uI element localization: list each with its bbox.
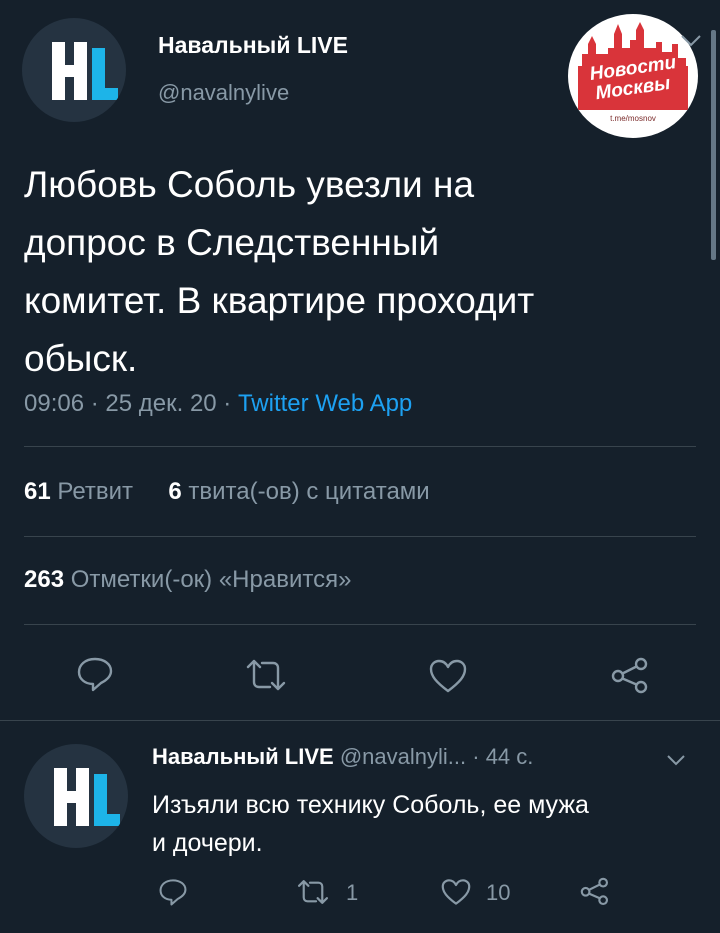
scrollbar[interactable]	[711, 30, 716, 260]
chevron-down-icon[interactable]	[680, 34, 702, 48]
reply-header: Навальный LIVE @navalnyli... · 44 с.	[152, 744, 533, 770]
likes-stat[interactable]: 263 Отметки(-ок) «Нравится»	[24, 566, 351, 594]
engagement-stats: 61 Ретвит 6 твита(-ов) с цитатами	[24, 478, 430, 506]
retweets-label: Ретвит	[57, 478, 134, 505]
tweet-meta: 09:06 · 25 дек. 20 · Twitter Web App	[24, 390, 412, 418]
reply-author-name[interactable]: Навальный LIVE	[152, 744, 334, 769]
reply-chevron-down-icon[interactable]	[666, 754, 686, 766]
divider	[0, 720, 720, 721]
likes-count: 263	[24, 566, 65, 593]
divider	[24, 446, 696, 447]
reply-time[interactable]: · 44 с.	[472, 744, 533, 769]
reply-text-line: Изъяли всю технику Соболь, ее мужа	[152, 791, 589, 819]
reply-share-icon[interactable]	[578, 876, 610, 906]
author-handle[interactable]: @navalnylive	[158, 80, 289, 106]
reply-retweet-icon[interactable]	[296, 878, 330, 906]
reply-author-avatar[interactable]	[24, 744, 128, 848]
share-icon[interactable]	[608, 656, 650, 694]
like-icon[interactable]	[428, 658, 468, 694]
divider	[24, 536, 696, 537]
reply-text-line: и дочери.	[152, 829, 263, 857]
reply-retweet-count: 1	[346, 880, 359, 905]
tweet-text: Любовь Соболь увезли на допрос в Следств…	[24, 156, 534, 388]
quotes-count: 6	[168, 478, 182, 505]
likes-label: Отметки(-ок) «Нравится»	[70, 566, 352, 593]
quotes-stat[interactable]: 6 твита(-ов) с цитатами	[168, 478, 429, 505]
navalny-live-logo-icon	[52, 42, 118, 100]
reply-reply-icon[interactable]	[158, 878, 188, 906]
quotes-label: твита(-ов) с цитатами	[188, 478, 430, 505]
tweet-text-line: допрос в Следственный	[24, 222, 440, 263]
reply-text: Изъяли всю технику Соболь, ее мужа и доч…	[152, 786, 589, 862]
retweets-stat[interactable]: 61 Ретвит	[24, 478, 133, 505]
news-channel-logo: Новости Москвы t.me/mosnov	[568, 14, 698, 138]
tweet-text-line: Любовь Соболь увезли на	[24, 164, 475, 205]
retweet-icon[interactable]	[244, 658, 288, 692]
tweet-source-link[interactable]: Twitter Web App	[238, 390, 412, 417]
overlay-url: t.me/mosnov	[610, 114, 656, 123]
reply-like-count: 10	[486, 880, 511, 905]
reply-icon[interactable]	[76, 656, 114, 692]
tweet-text-line: комитет. В квартире проходит	[24, 280, 535, 321]
tweet-text-line: обыск.	[24, 338, 138, 379]
tweet-timestamp[interactable]: 09:06 · 25 дек. 20 ·	[24, 390, 238, 417]
reply-like-icon[interactable]	[440, 878, 472, 906]
reply-author-handle[interactable]: @navalnyli...	[340, 744, 466, 769]
author-name[interactable]: Навальный LIVE	[158, 32, 348, 59]
navalny-live-logo-icon	[54, 768, 120, 826]
divider	[24, 624, 696, 625]
retweets-count: 61	[24, 478, 51, 505]
author-avatar[interactable]	[22, 18, 126, 122]
